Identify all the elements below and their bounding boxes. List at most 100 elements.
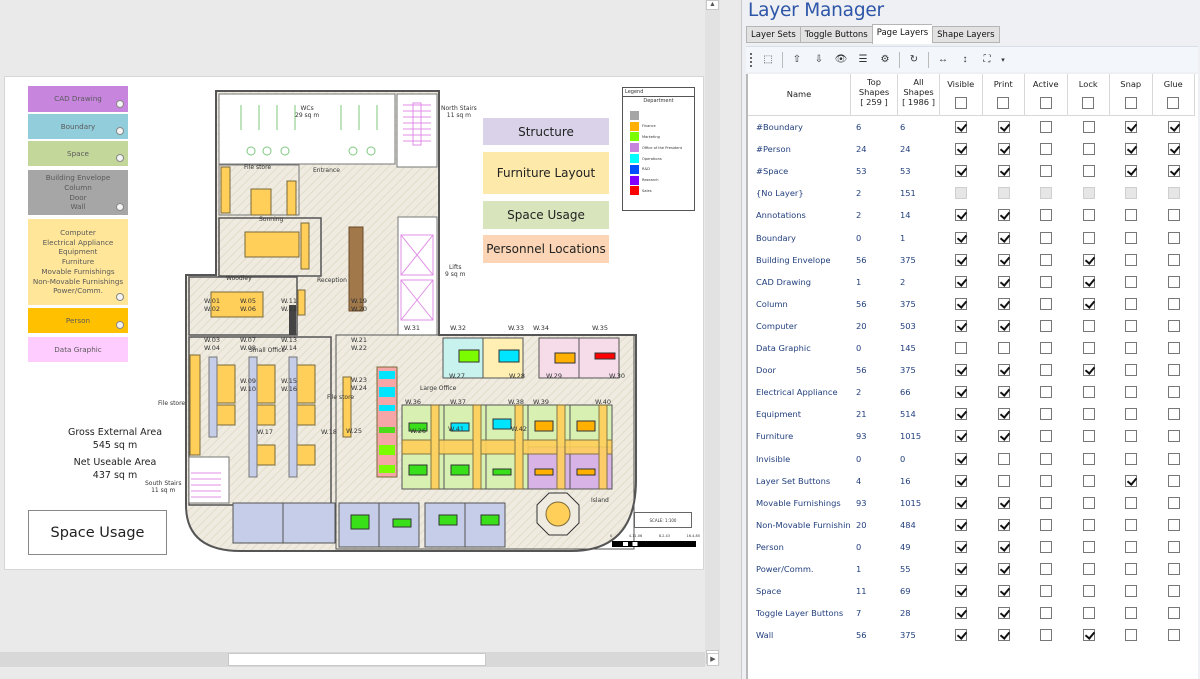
expand-vertical-icon[interactable]: ↕ <box>954 54 976 65</box>
snap-checkbox[interactable] <box>1125 496 1138 509</box>
visible-checkbox[interactable] <box>955 629 968 642</box>
select-all-lock-checkbox[interactable] <box>1082 97 1095 109</box>
scroll-up-button[interactable]: ▲ <box>706 0 719 10</box>
col-top-shapes[interactable]: Top Shapes [ 259 ] <box>851 74 898 116</box>
snap-checkbox[interactable] <box>1125 143 1138 156</box>
lock-checkbox[interactable] <box>1082 585 1095 598</box>
toggle-furnishings[interactable]: Computer Electrical Appliance Equipment Fur… <box>28 219 128 305</box>
lock-checkbox[interactable] <box>1082 319 1095 332</box>
print-checkbox[interactable] <box>997 629 1010 642</box>
layer-row[interactable]: Data Graphic 0 145 <box>748 337 1195 359</box>
print-checkbox[interactable] <box>997 607 1010 620</box>
active-checkbox[interactable] <box>1040 474 1053 487</box>
snap-checkbox[interactable] <box>1125 364 1138 377</box>
visible-checkbox[interactable] <box>955 408 968 421</box>
glue-checkbox[interactable] <box>1167 386 1180 399</box>
active-checkbox[interactable] <box>1040 452 1053 465</box>
layer-row[interactable]: Building Envelope 56 375 <box>748 249 1195 271</box>
lock-checkbox[interactable] <box>1082 563 1095 575</box>
layer-row[interactable]: #Boundary 6 6 <box>748 116 1195 138</box>
snap-checkbox[interactable] <box>1125 209 1138 222</box>
layer-set-structure[interactable]: Structure <box>483 118 609 145</box>
print-checkbox[interactable] <box>997 165 1010 178</box>
active-checkbox[interactable] <box>1040 563 1053 575</box>
layer-down-icon[interactable]: ⇩ <box>808 54 830 65</box>
visible-checkbox[interactable] <box>955 585 968 598</box>
layer-row[interactable]: Wall 56 375 <box>748 624 1195 646</box>
print-checkbox[interactable] <box>997 297 1010 310</box>
lock-checkbox[interactable] <box>1082 209 1095 222</box>
lock-checkbox[interactable] <box>1082 342 1095 354</box>
print-checkbox[interactable] <box>997 585 1010 598</box>
print-checkbox[interactable] <box>997 408 1010 421</box>
snap-checkbox[interactable] <box>1125 386 1138 399</box>
tab-toggle-buttons[interactable]: Toggle Buttons <box>799 26 872 43</box>
visibility-icon[interactable]: 👁 <box>830 54 852 65</box>
snap-checkbox[interactable] <box>1125 607 1138 620</box>
col-active[interactable]: Active <box>1025 74 1068 116</box>
lock-checkbox[interactable] <box>1082 297 1095 310</box>
visible-checkbox[interactable] <box>955 297 968 310</box>
layer-row[interactable]: Movable Furnishings 93 1015 <box>748 492 1195 514</box>
snap-checkbox[interactable] <box>1125 518 1138 531</box>
toggle-cad-drawing[interactable]: CAD Drawing <box>28 86 128 112</box>
active-checkbox[interactable] <box>1040 342 1053 354</box>
lock-checkbox[interactable] <box>1082 518 1095 531</box>
layer-row[interactable]: Person 0 49 <box>748 536 1195 558</box>
glue-checkbox[interactable] <box>1167 474 1180 487</box>
active-checkbox[interactable] <box>1040 253 1053 266</box>
tab-page-layers[interactable]: Page Layers <box>871 24 933 44</box>
fit-icon[interactable]: ⛶ <box>976 54 998 65</box>
col-name[interactable]: Name <box>748 74 851 116</box>
active-checkbox[interactable] <box>1040 585 1053 598</box>
print-checkbox[interactable] <box>997 540 1010 553</box>
snap-checkbox[interactable] <box>1125 342 1138 354</box>
layer-settings-icon[interactable]: ⚙ <box>874 54 896 65</box>
layer-row[interactable]: Layer Set Buttons 4 16 <box>748 470 1195 492</box>
lock-checkbox[interactable] <box>1082 408 1095 421</box>
col-glue[interactable]: Glue <box>1152 74 1195 116</box>
print-checkbox[interactable] <box>997 342 1010 354</box>
layer-row[interactable]: CAD Drawing 1 2 <box>748 271 1195 293</box>
active-checkbox[interactable] <box>1040 430 1053 443</box>
select-all-snap-checkbox[interactable] <box>1124 97 1137 109</box>
visible-checkbox[interactable] <box>955 342 968 354</box>
print-checkbox[interactable] <box>997 275 1010 288</box>
glue-checkbox[interactable] <box>1167 342 1180 354</box>
toggle-radio-icon[interactable] <box>116 154 124 162</box>
layer-row[interactable]: Annotations 2 14 <box>748 204 1195 226</box>
toggle-boundary[interactable]: Boundary <box>28 114 128 139</box>
glue-checkbox[interactable] <box>1167 496 1180 509</box>
glue-checkbox[interactable] <box>1167 231 1180 244</box>
snap-checkbox[interactable] <box>1125 253 1138 266</box>
print-checkbox[interactable] <box>997 364 1010 377</box>
visible-checkbox[interactable] <box>955 540 968 553</box>
scroll-right-button[interactable]: ▶ <box>707 653 719 666</box>
visible-checkbox[interactable] <box>955 386 968 399</box>
snap-checkbox[interactable] <box>1125 629 1138 642</box>
glue-checkbox[interactable] <box>1167 121 1180 133</box>
print-checkbox[interactable] <box>997 496 1010 509</box>
visible-checkbox[interactable] <box>955 607 968 620</box>
col-all-shapes[interactable]: All Shapes [ 1986 ] <box>898 74 940 116</box>
vertical-scrollbar[interactable]: ▲ ▼ <box>705 0 720 666</box>
toggle-person[interactable]: Person <box>28 308 128 333</box>
visible-checkbox[interactable] <box>955 319 968 332</box>
glue-checkbox[interactable] <box>1167 518 1180 531</box>
glue-checkbox[interactable] <box>1167 253 1180 266</box>
active-checkbox[interactable] <box>1040 297 1053 310</box>
active-checkbox[interactable] <box>1040 408 1053 421</box>
glue-checkbox[interactable] <box>1167 297 1180 310</box>
lock-checkbox[interactable] <box>1082 629 1095 642</box>
layer-set-personnel-locations[interactable]: Personnel Locations <box>483 235 609 263</box>
active-checkbox[interactable] <box>1040 319 1053 332</box>
lock-checkbox[interactable] <box>1082 121 1095 133</box>
lock-checkbox[interactable] <box>1082 143 1095 156</box>
lock-checkbox[interactable] <box>1082 430 1095 443</box>
toggle-radio-icon[interactable] <box>116 127 124 135</box>
layer-row[interactable]: Invisible 0 0 <box>748 448 1195 470</box>
refresh-layers-icon[interactable]: ↻ <box>903 54 925 65</box>
active-checkbox[interactable] <box>1040 231 1053 244</box>
visible-checkbox[interactable] <box>955 253 968 266</box>
lock-checkbox[interactable] <box>1082 540 1095 553</box>
